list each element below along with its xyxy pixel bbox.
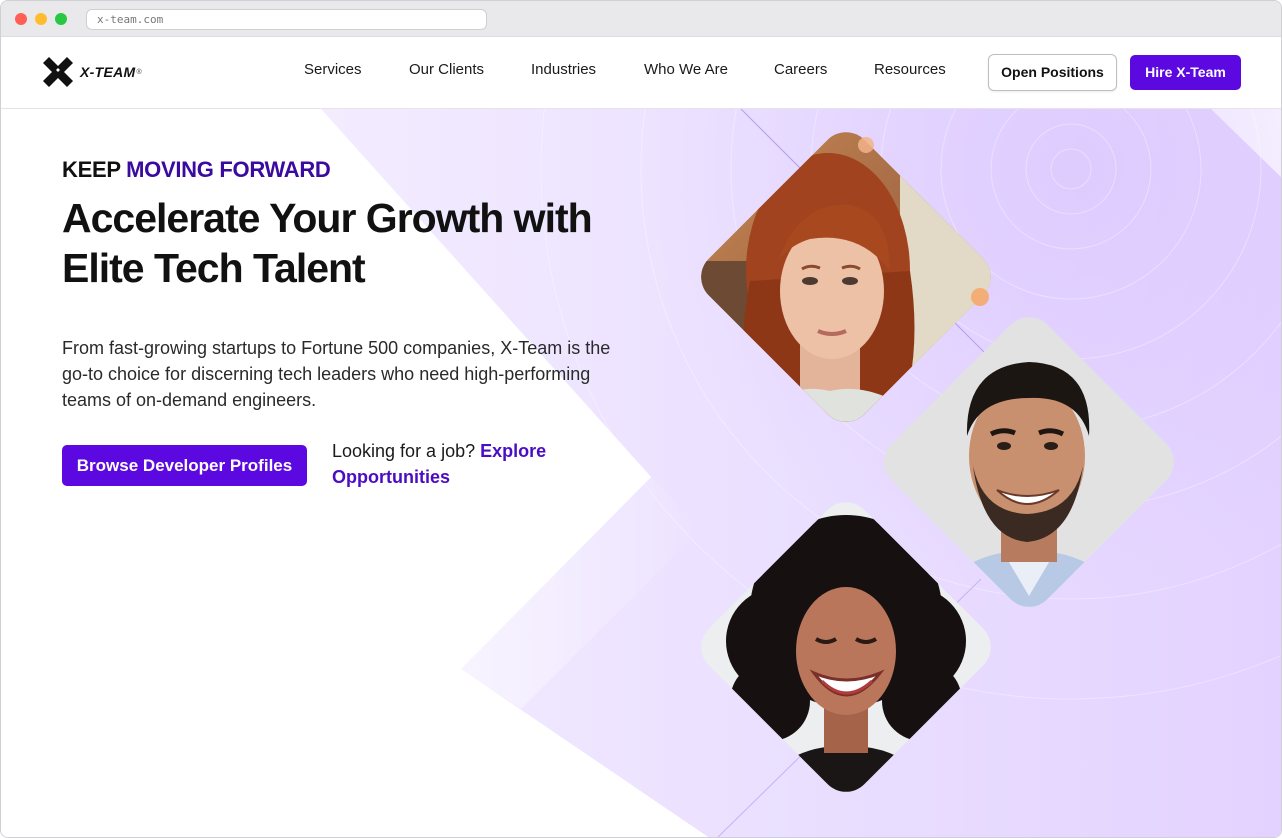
address-bar[interactable]: x-team.com (86, 9, 487, 30)
eyebrow-lead: KEEP (62, 157, 127, 182)
hero-headline: Accelerate Your Growth with Elite Tech T… (62, 195, 593, 291)
site-header: X-TEAM ® Services Our Clients Industries… (1, 37, 1281, 109)
nav-resources[interactable]: Resources (874, 61, 946, 78)
job-prompt-text: Looking for a job? (332, 441, 481, 461)
hire-x-team-button[interactable]: Hire X-Team (1130, 55, 1241, 90)
logo-wordmark: X-TEAM (80, 64, 136, 80)
browse-developer-profiles-button[interactable]: Browse Developer Profiles (62, 445, 307, 486)
open-positions-button[interactable]: Open Positions (988, 54, 1117, 91)
nav-services[interactable]: Services (304, 61, 362, 78)
x-team-logo-icon (43, 57, 73, 87)
job-prompt: Looking for a job? Explore Opportunities (332, 438, 592, 490)
close-window-button[interactable] (15, 13, 27, 25)
browser-window: x-team.com X-TEAM ® Services Our Clients… (0, 0, 1282, 838)
maximize-window-button[interactable] (55, 13, 67, 25)
nav-careers[interactable]: Careers (774, 61, 827, 78)
hero-eyebrow: KEEP MOVING FORWARD (62, 157, 331, 183)
nav-our-clients[interactable]: Our Clients (409, 61, 484, 78)
x-team-logo[interactable]: X-TEAM ® (41, 55, 142, 89)
nav-who-we-are[interactable]: Who We Are (644, 61, 728, 78)
hero-description: From fast-growing startups to Fortune 50… (62, 338, 611, 410)
browser-toolbar: x-team.com (1, 1, 1281, 37)
laughing-woman-curly-hair-photo (690, 491, 1002, 803)
eyebrow-accent: MOVING FORWARD (126, 157, 331, 182)
registered-mark: ® (136, 68, 142, 76)
nav-industries[interactable]: Industries (531, 61, 596, 78)
minimize-window-button[interactable] (35, 13, 47, 25)
hero-section: KEEP MOVING FORWARD Accelerate Your Grow… (1, 109, 1281, 837)
